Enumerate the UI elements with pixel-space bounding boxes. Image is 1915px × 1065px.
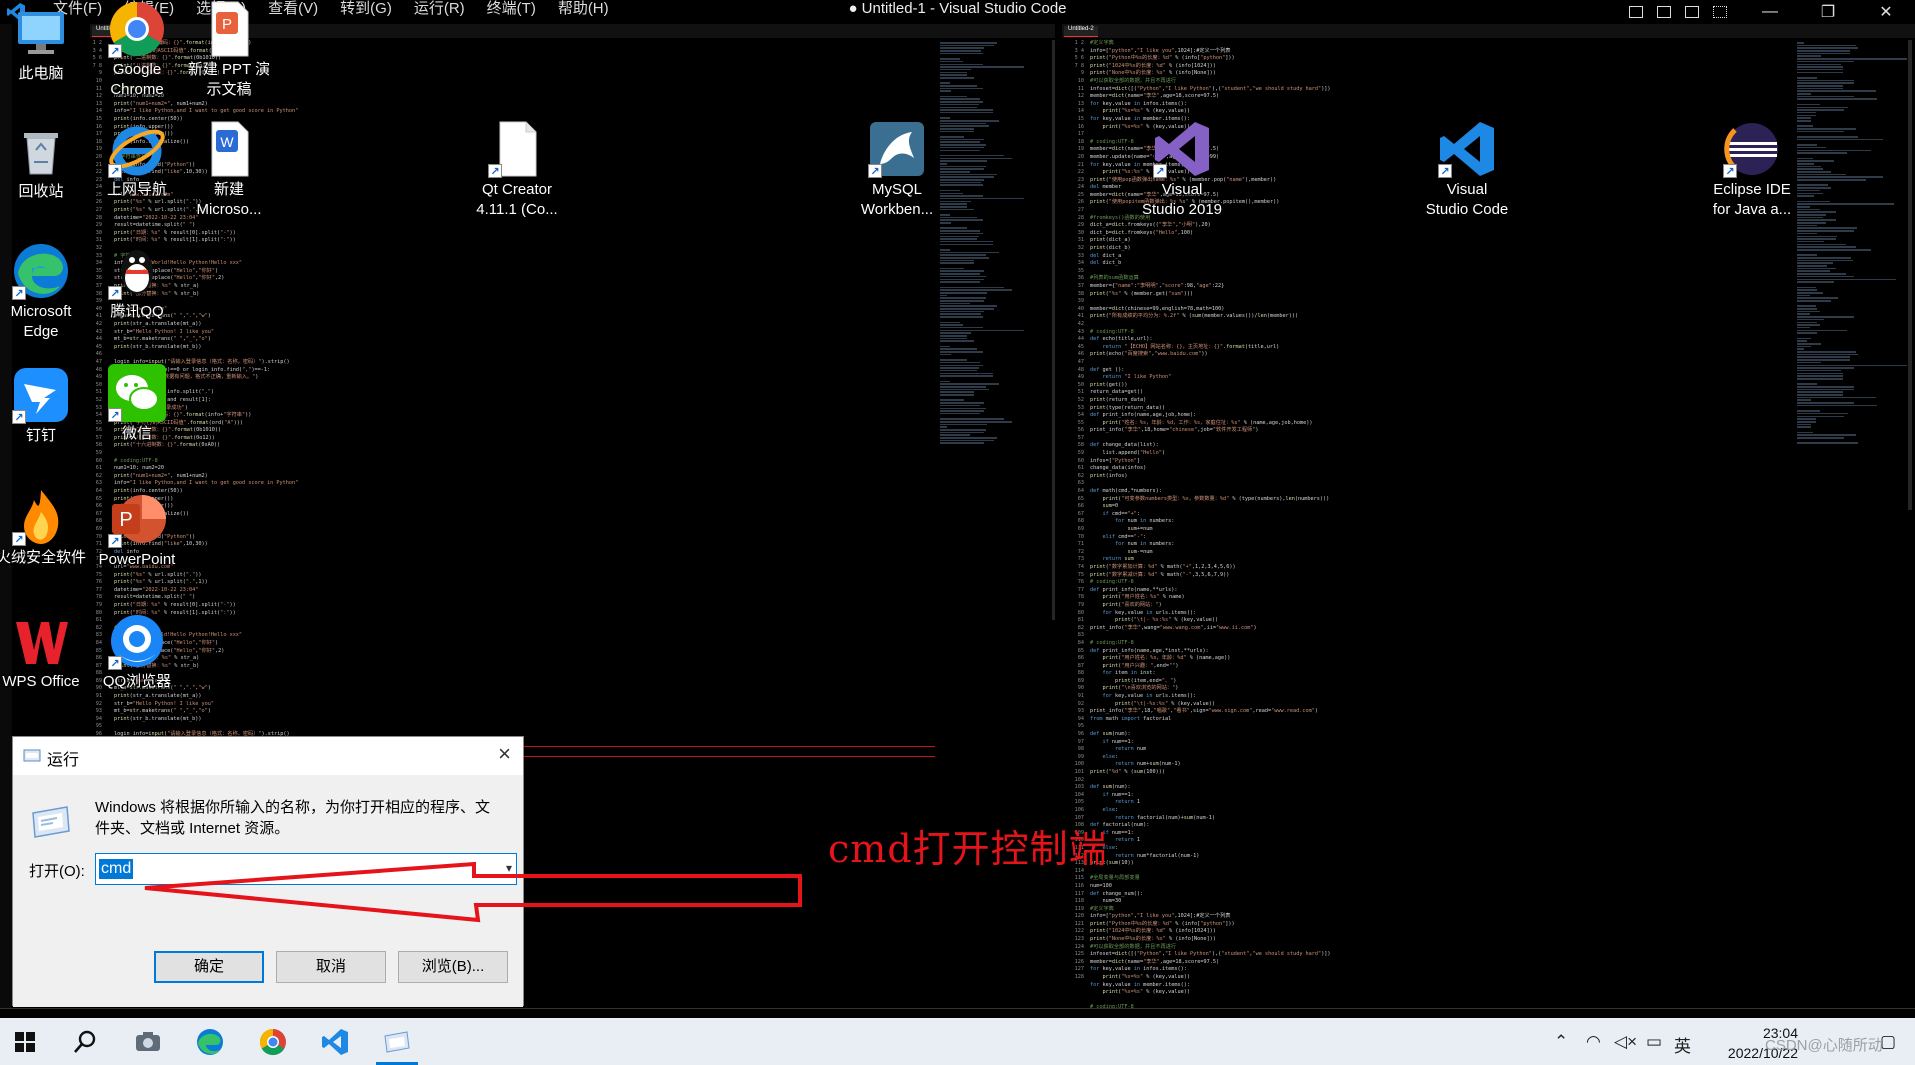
chrome-taskbar-icon[interactable] xyxy=(258,1027,288,1057)
taskbar: ⌃ ◠ ◁× ▭ 英 23:04 2022/10/22 ▢ xyxy=(0,1018,1915,1065)
watermark: CSDN@心随所动 xyxy=(1765,1037,1883,1054)
search-icon[interactable] xyxy=(70,1027,100,1057)
annotation-arrow xyxy=(144,861,802,923)
run-taskbar-icon[interactable] xyxy=(382,1027,412,1057)
camera-icon[interactable] xyxy=(133,1027,163,1057)
annotation-text: cmd打开控制端 xyxy=(828,827,1108,871)
speaker-mute-icon[interactable]: ◁× xyxy=(1614,1032,1637,1052)
windows-start-icon[interactable] xyxy=(10,1027,40,1057)
chevron-up-icon[interactable]: ⌃ xyxy=(1554,1032,1568,1052)
vscode-taskbar-icon[interactable] xyxy=(320,1027,350,1057)
wifi-icon[interactable]: ◠ xyxy=(1586,1032,1601,1052)
edge-taskbar-icon[interactable] xyxy=(195,1027,225,1057)
